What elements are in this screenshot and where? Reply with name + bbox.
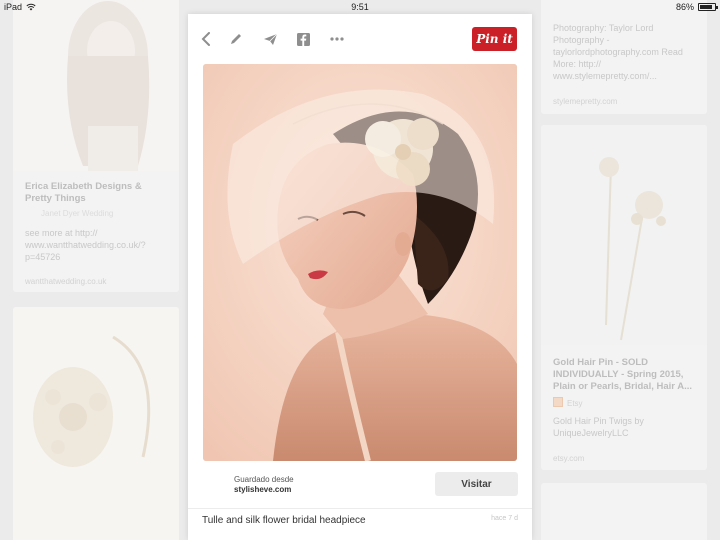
divider bbox=[188, 508, 532, 509]
pin-date: hace 7 d bbox=[491, 515, 518, 522]
hair-pin-image bbox=[541, 125, 707, 345]
more-dots-icon bbox=[330, 37, 344, 41]
edit-button[interactable] bbox=[227, 30, 245, 48]
pin-toolbar: Pin it bbox=[188, 14, 532, 64]
status-bar: iPad 9:51 86% bbox=[0, 0, 720, 14]
battery-fill bbox=[700, 5, 712, 9]
source-site-link[interactable]: stylisheve.com bbox=[234, 485, 294, 495]
more-button[interactable] bbox=[328, 30, 346, 48]
send-button[interactable] bbox=[261, 30, 279, 48]
background-pin-footer: etsy.com bbox=[553, 454, 585, 463]
background-pin-title: Gold Hair Pin - SOLD INDIVIDUALLY - Spri… bbox=[553, 357, 693, 392]
background-pin-left-top[interactable]: Erica Elizabeth Designs & Pretty Things … bbox=[13, 0, 179, 292]
paper-plane-icon bbox=[263, 33, 277, 45]
status-right: 86% bbox=[675, 2, 718, 12]
pin-detail-card: Pin it Guardado desde stylisheve.com Vis… bbox=[188, 14, 532, 540]
background-pin-footer: wantthatwedding.co.uk bbox=[25, 277, 107, 286]
background-pin-right-bottom[interactable] bbox=[541, 483, 707, 540]
etsy-shop-icon bbox=[553, 397, 563, 407]
background-pin-right-middle[interactable]: Gold Hair Pin - SOLD INDIVIDUALLY - Spri… bbox=[541, 125, 707, 470]
source-info[interactable]: Guardado desde stylisheve.com bbox=[234, 475, 294, 495]
tiara-image bbox=[13, 307, 179, 540]
pin-photo[interactable] bbox=[203, 64, 517, 461]
background-pin-body: see more at http:// www.wantthatwedding.… bbox=[25, 228, 146, 262]
facebook-icon bbox=[296, 32, 310, 46]
woman-portrait-image bbox=[13, 0, 179, 171]
chevron-left-icon bbox=[201, 32, 210, 46]
background-pin-right-top[interactable]: Photography: Taylor Lord Photography - t… bbox=[541, 0, 707, 114]
background-pin-body: Photography: Taylor Lord Photography - t… bbox=[553, 23, 683, 81]
saved-from-label: Guardado desde bbox=[234, 475, 294, 484]
battery-icon bbox=[698, 3, 718, 11]
background-pin-footer: stylemepretty.com bbox=[553, 97, 618, 106]
background-pin-image bbox=[13, 0, 179, 171]
background-pin-body: Gold Hair Pin Twigs by UniqueJewelryLLC bbox=[553, 416, 644, 438]
pinterest-screen: iPad 9:51 86% Erica Elizabeth Designs & … bbox=[0, 0, 720, 540]
back-button[interactable] bbox=[197, 30, 215, 48]
bride-headpiece-photo bbox=[203, 64, 517, 461]
pin-description: Tulle and silk flower bridal headpiece bbox=[202, 515, 366, 526]
background-pin-title: Erica Elizabeth Designs & Pretty Things bbox=[25, 181, 142, 204]
battery-percent: 86% bbox=[675, 2, 694, 12]
background-pin-subtitle: Janet Dyer Wedding bbox=[41, 209, 114, 218]
background-pin-left-bottom[interactable] bbox=[13, 307, 179, 540]
facebook-share-button[interactable] bbox=[294, 30, 312, 48]
status-time: 9:51 bbox=[351, 2, 369, 12]
pencil-icon bbox=[231, 34, 241, 44]
pin-it-button[interactable]: Pin it bbox=[472, 27, 517, 51]
background-pin-shop: Etsy bbox=[567, 399, 583, 408]
visit-button[interactable]: Visitar bbox=[435, 472, 518, 496]
